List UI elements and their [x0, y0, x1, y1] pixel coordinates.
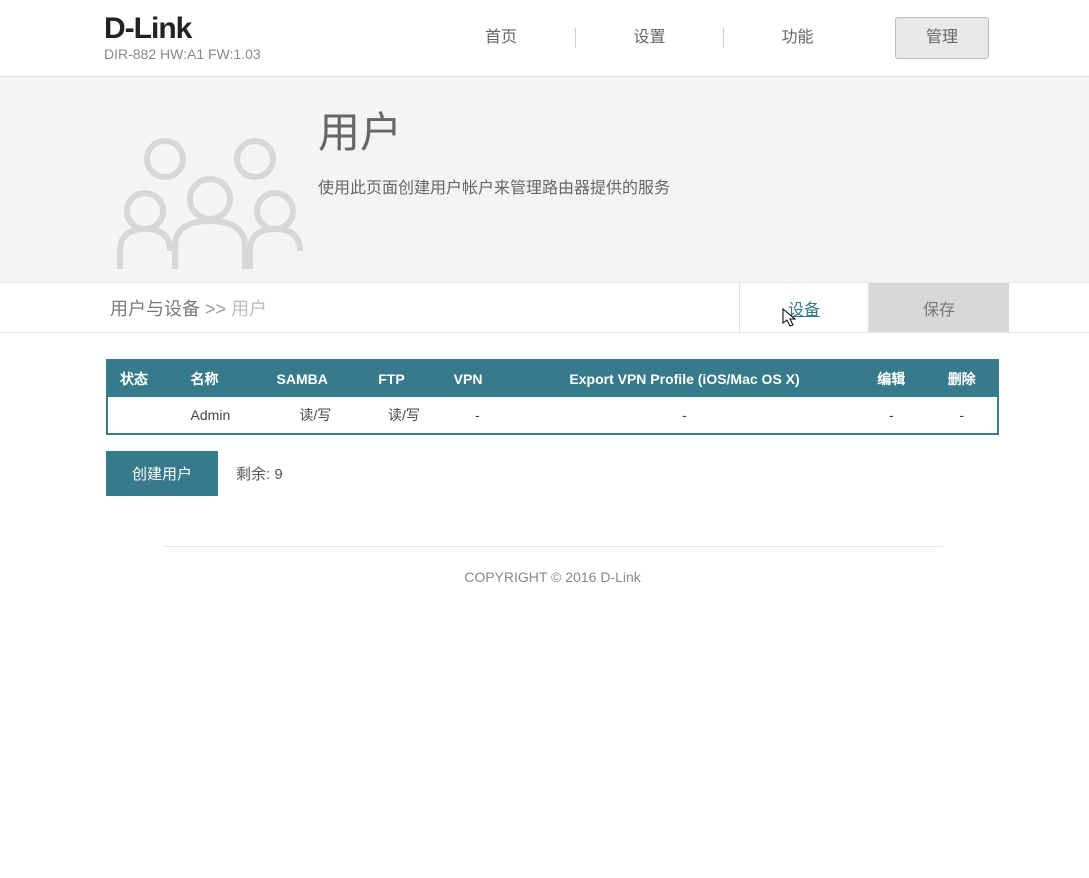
- nav-features[interactable]: 功能: [723, 28, 871, 48]
- page-title: 用户: [318, 99, 1089, 160]
- sub-actions: 设备 保存: [739, 283, 1009, 332]
- cell-samba: 读/写: [265, 397, 367, 434]
- breadcrumb-root[interactable]: 用户与设备: [110, 299, 200, 319]
- col-name: 名称: [179, 360, 265, 397]
- page-footer: COPYRIGHT © 2016 D-Link: [163, 546, 943, 585]
- breadcrumb-bar: 用户与设备 >> 用户 设备 保存: [0, 283, 1089, 333]
- col-edit: 编辑: [856, 360, 926, 397]
- cell-name: Admin: [179, 397, 265, 434]
- create-user-button[interactable]: 创建用户: [106, 451, 218, 496]
- table-footer: 创建用户 剩余: 9: [106, 451, 999, 496]
- table-header-row: 状态 名称 SAMBA FTP VPN Export VPN Profile (…: [107, 360, 998, 397]
- breadcrumb: 用户与设备 >> 用户: [110, 295, 267, 321]
- nav-home[interactable]: 首页: [427, 28, 575, 48]
- col-delete: 删除: [926, 360, 998, 397]
- col-ftp: FTP: [366, 360, 441, 397]
- nav-settings[interactable]: 设置: [575, 28, 723, 48]
- breadcrumb-current: 用户: [231, 299, 267, 319]
- cell-status: [107, 397, 179, 434]
- device-link[interactable]: 设备: [739, 283, 869, 332]
- brand: D-Link DIR-882 HW:A1 FW:1.03: [104, 14, 261, 62]
- cell-export: -: [513, 397, 856, 434]
- col-vpn: VPN: [442, 360, 513, 397]
- cell-edit[interactable]: -: [856, 397, 926, 434]
- col-export: Export VPN Profile (iOS/Mac OS X): [513, 360, 856, 397]
- page-description: 使用此页面创建用户帐户来管理路由器提供的服务: [318, 174, 1089, 198]
- main-nav: 首页 设置 功能 管理: [427, 0, 989, 76]
- save-button[interactable]: 保存: [869, 283, 1009, 332]
- device-model: DIR-882 HW:A1 FW:1.03: [104, 46, 261, 62]
- hero-banner: 用户 使用此页面创建用户帐户来管理路由器提供的服务: [0, 78, 1089, 283]
- nav-manage[interactable]: 管理: [895, 17, 989, 59]
- col-samba: SAMBA: [265, 360, 367, 397]
- col-status: 状态: [107, 360, 179, 397]
- top-bar: D-Link DIR-882 HW:A1 FW:1.03 首页 设置 功能 管理: [0, 0, 1089, 78]
- breadcrumb-separator: >>: [205, 299, 226, 319]
- table-row: Admin 读/写 读/写 - - - -: [107, 397, 998, 434]
- cell-delete[interactable]: -: [926, 397, 998, 434]
- users-icon: [115, 119, 305, 269]
- brand-logo: D-Link: [104, 14, 261, 44]
- cell-ftp: 读/写: [366, 397, 441, 434]
- cell-vpn: -: [442, 397, 513, 434]
- users-table: 状态 名称 SAMBA FTP VPN Export VPN Profile (…: [106, 359, 999, 435]
- content-area: 状态 名称 SAMBA FTP VPN Export VPN Profile (…: [0, 333, 1089, 585]
- remaining-count: 剩余: 9: [236, 463, 283, 484]
